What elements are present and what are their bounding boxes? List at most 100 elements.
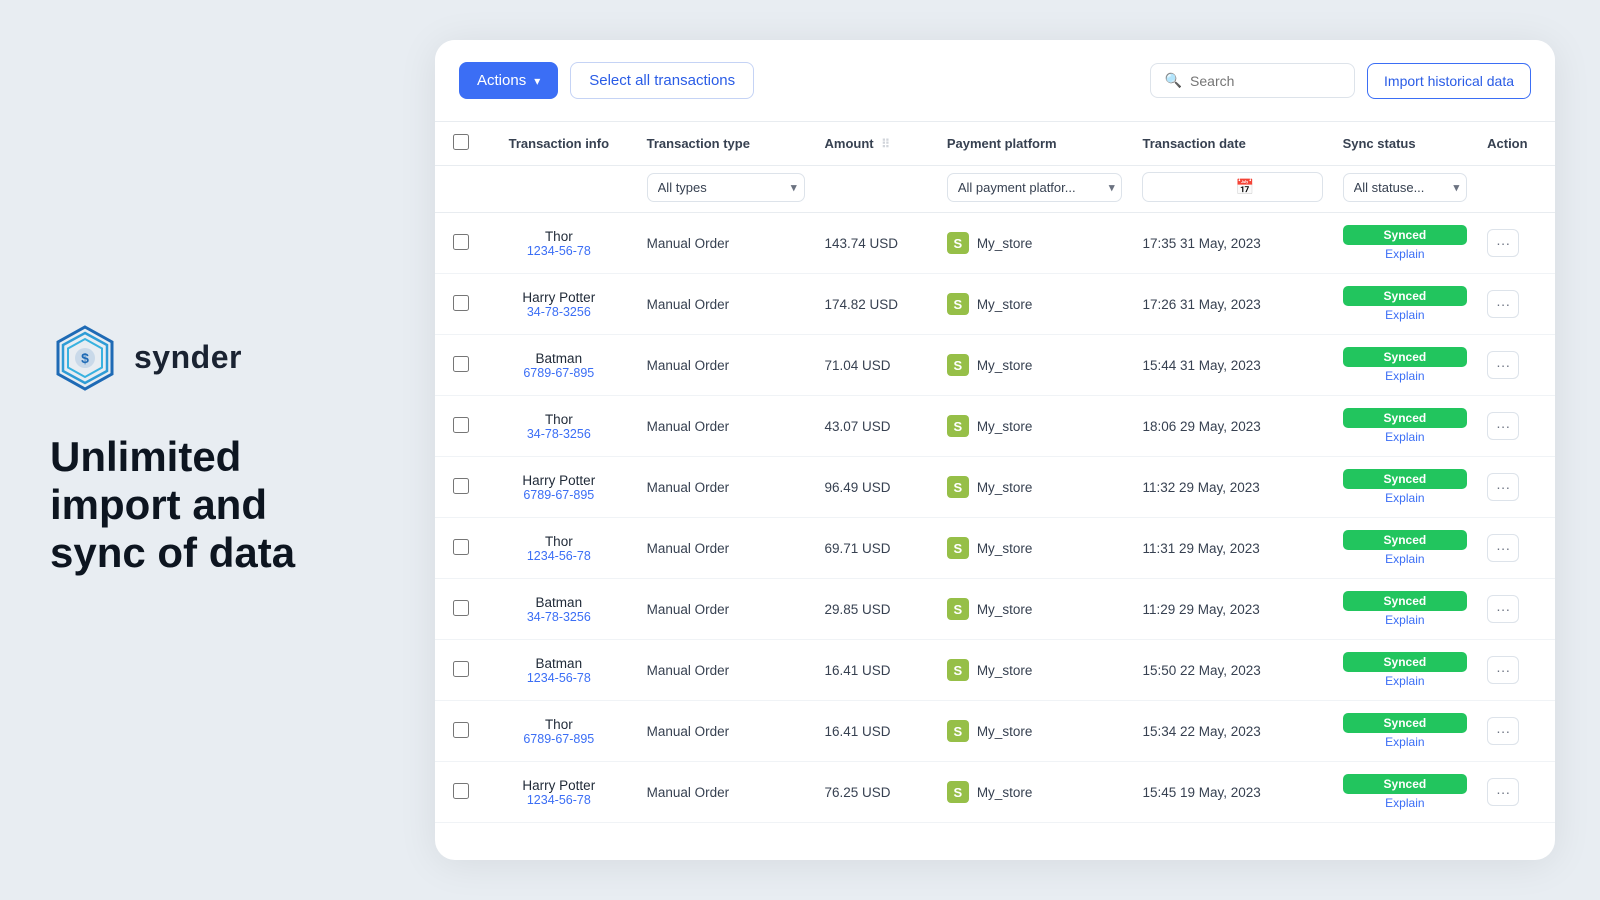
search-input[interactable] — [1190, 73, 1340, 89]
platform-filter-select[interactable]: All payment platfor... — [947, 173, 1123, 202]
row-info-cell: Harry Potter 6789-67-895 — [481, 457, 637, 518]
row-platform: S My_store — [937, 701, 1133, 762]
row-amount: 16.41 USD — [815, 701, 937, 762]
row-ref[interactable]: 34-78-3256 — [491, 305, 627, 319]
explain-link[interactable]: Explain — [1343, 674, 1468, 688]
table-row: Batman 34-78-3256 Manual Order 29.85 USD… — [435, 579, 1555, 640]
platform-name: My_store — [977, 419, 1033, 434]
select-all-checkbox[interactable] — [453, 134, 469, 150]
explain-link[interactable]: Explain — [1343, 491, 1468, 505]
synced-badge: Synced — [1343, 774, 1468, 794]
platform-name: My_store — [977, 297, 1033, 312]
row-checkbox-7[interactable] — [453, 661, 469, 677]
explain-link[interactable]: Explain — [1343, 796, 1468, 810]
row-info-cell: Thor 1234-56-78 — [481, 518, 637, 579]
synced-badge: Synced — [1343, 652, 1468, 672]
select-all-button[interactable]: Select all transactions — [570, 62, 754, 99]
row-checkbox-4[interactable] — [453, 478, 469, 494]
row-ref[interactable]: 6789-67-895 — [491, 366, 627, 380]
more-actions-button[interactable]: ··· — [1487, 351, 1519, 379]
row-type: Manual Order — [637, 457, 815, 518]
date-filter-field[interactable] — [1151, 180, 1231, 195]
row-status: Synced Explain — [1333, 213, 1478, 274]
explain-link[interactable]: Explain — [1343, 613, 1468, 627]
transactions-table: Transaction info Transaction type Amount… — [435, 122, 1555, 823]
row-date: 11:31 29 May, 2023 — [1132, 518, 1332, 579]
row-type: Manual Order — [637, 396, 815, 457]
filter-action-spacer — [1477, 166, 1555, 213]
synced-badge: Synced — [1343, 286, 1468, 306]
row-platform: S My_store — [937, 579, 1133, 640]
row-amount: 16.41 USD — [815, 640, 937, 701]
row-checkbox-cell — [435, 701, 481, 762]
row-checkbox-1[interactable] — [453, 295, 469, 311]
row-ref[interactable]: 1234-56-78 — [491, 793, 627, 807]
row-action: ··· — [1477, 457, 1555, 518]
row-checkbox-6[interactable] — [453, 600, 469, 616]
synced-badge: Synced — [1343, 347, 1468, 367]
import-historical-button[interactable]: Import historical data — [1367, 63, 1531, 99]
more-actions-button[interactable]: ··· — [1487, 717, 1519, 745]
row-ref[interactable]: 6789-67-895 — [491, 732, 627, 746]
status-filter-select[interactable]: All statuse... — [1343, 173, 1468, 202]
row-date: 11:29 29 May, 2023 — [1132, 579, 1332, 640]
explain-link[interactable]: Explain — [1343, 735, 1468, 749]
row-platform: S My_store — [937, 518, 1133, 579]
more-actions-button[interactable]: ··· — [1487, 412, 1519, 440]
more-actions-button[interactable]: ··· — [1487, 778, 1519, 806]
row-ref[interactable]: 6789-67-895 — [491, 488, 627, 502]
row-checkbox-3[interactable] — [453, 417, 469, 433]
row-ref[interactable]: 34-78-3256 — [491, 610, 627, 624]
more-actions-button[interactable]: ··· — [1487, 473, 1519, 501]
row-ref[interactable]: 1234-56-78 — [491, 549, 627, 563]
row-checkbox-2[interactable] — [453, 356, 469, 372]
row-type: Manual Order — [637, 701, 815, 762]
shopify-icon: S — [947, 293, 969, 315]
row-ref[interactable]: 34-78-3256 — [491, 427, 627, 441]
explain-link[interactable]: Explain — [1343, 308, 1468, 322]
row-name: Thor — [491, 534, 627, 549]
row-type: Manual Order — [637, 213, 815, 274]
table-body: Thor 1234-56-78 Manual Order 143.74 USD … — [435, 213, 1555, 823]
row-checkbox-9[interactable] — [453, 783, 469, 799]
row-info-cell: Thor 34-78-3256 — [481, 396, 637, 457]
calendar-icon[interactable]: 📅 — [1235, 178, 1254, 196]
explain-link[interactable]: Explain — [1343, 247, 1468, 261]
row-checkbox-8[interactable] — [453, 722, 469, 738]
row-action: ··· — [1477, 640, 1555, 701]
date-filter-input: 📅 — [1142, 172, 1322, 202]
tagline: Unlimited import and sync of data — [50, 433, 370, 578]
row-amount: 143.74 USD — [815, 213, 937, 274]
synced-badge: Synced — [1343, 469, 1468, 489]
row-type: Manual Order — [637, 640, 815, 701]
more-actions-button[interactable]: ··· — [1487, 595, 1519, 623]
explain-link[interactable]: Explain — [1343, 369, 1468, 383]
explain-link[interactable]: Explain — [1343, 552, 1468, 566]
more-actions-button[interactable]: ··· — [1487, 290, 1519, 318]
more-actions-button[interactable]: ··· — [1487, 229, 1519, 257]
actions-button[interactable]: Actions ▾ — [459, 62, 558, 99]
row-checkbox-0[interactable] — [453, 234, 469, 250]
shopify-icon: S — [947, 659, 969, 681]
synced-badge: Synced — [1343, 530, 1468, 550]
toolbar: Actions ▾ Select all transactions 🔍 Impo… — [435, 40, 1555, 122]
row-amount: 29.85 USD — [815, 579, 937, 640]
table-container: Transaction info Transaction type Amount… — [435, 122, 1555, 860]
row-checkbox-cell — [435, 335, 481, 396]
row-action: ··· — [1477, 213, 1555, 274]
table-row: Thor 1234-56-78 Manual Order 143.74 USD … — [435, 213, 1555, 274]
row-checkbox-5[interactable] — [453, 539, 469, 555]
more-actions-button[interactable]: ··· — [1487, 534, 1519, 562]
row-name: Batman — [491, 595, 627, 610]
more-actions-button[interactable]: ··· — [1487, 656, 1519, 684]
row-checkbox-cell — [435, 457, 481, 518]
left-panel: $ synder Unlimited import and sync of da… — [0, 0, 420, 900]
row-ref[interactable]: 1234-56-78 — [491, 671, 627, 685]
row-ref[interactable]: 1234-56-78 — [491, 244, 627, 258]
row-platform: S My_store — [937, 335, 1133, 396]
type-filter-select[interactable]: All types — [647, 173, 805, 202]
amount-resize-handle[interactable]: ⠿ — [881, 137, 887, 151]
explain-link[interactable]: Explain — [1343, 430, 1468, 444]
row-date: 15:45 19 May, 2023 — [1132, 762, 1332, 823]
platform-name: My_store — [977, 541, 1033, 556]
